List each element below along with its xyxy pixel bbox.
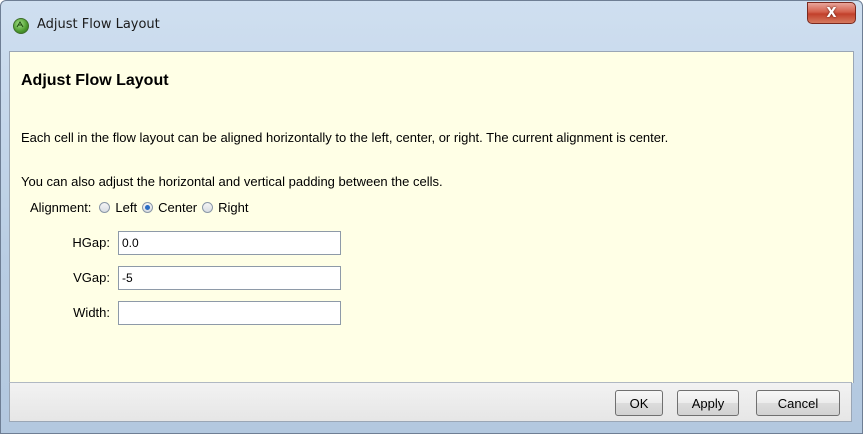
ok-button[interactable]: OK xyxy=(615,390,663,416)
width-label: Width: xyxy=(73,305,110,320)
radio-right-label: Right xyxy=(218,200,249,215)
window-title: Adjust Flow Layout xyxy=(37,17,160,32)
title-bar[interactable]: Adjust Flow Layout X xyxy=(1,1,862,51)
description-alignment: Each cell in the flow layout can be alig… xyxy=(21,130,669,145)
radio-left[interactable]: Left xyxy=(99,200,137,215)
alignment-group: Alignment: Left Center Right xyxy=(30,200,254,215)
close-button[interactable]: X xyxy=(807,2,856,24)
close-icon: X xyxy=(826,5,837,21)
width-input[interactable] xyxy=(118,301,341,325)
radio-right[interactable]: Right xyxy=(202,200,249,215)
radio-right-indicator[interactable] xyxy=(202,202,214,213)
apply-button[interactable]: Apply xyxy=(677,390,739,416)
description-padding: You can also adjust the horizontal and v… xyxy=(21,174,443,189)
radio-left-indicator[interactable] xyxy=(99,202,111,213)
alignment-label: Alignment: xyxy=(30,200,92,215)
content-panel: Adjust Flow Layout Each cell in the flow… xyxy=(9,51,854,383)
dialog-window: Adjust Flow Layout X Adjust Flow Layout … xyxy=(0,0,863,434)
cancel-button[interactable]: Cancel xyxy=(756,390,840,416)
app-icon xyxy=(13,18,29,34)
radio-center-label: Center xyxy=(158,200,198,215)
hgap-input[interactable] xyxy=(118,231,341,255)
vgap-input[interactable] xyxy=(118,266,341,290)
page-title: Adjust Flow Layout xyxy=(21,72,169,89)
radio-center-indicator[interactable] xyxy=(142,202,154,213)
hgap-label: HGap: xyxy=(72,235,110,250)
vgap-label: VGap: xyxy=(73,270,110,285)
radio-left-label: Left xyxy=(115,200,138,215)
button-bar: OK Apply Cancel xyxy=(9,382,852,422)
radio-center[interactable]: Center xyxy=(142,200,197,215)
